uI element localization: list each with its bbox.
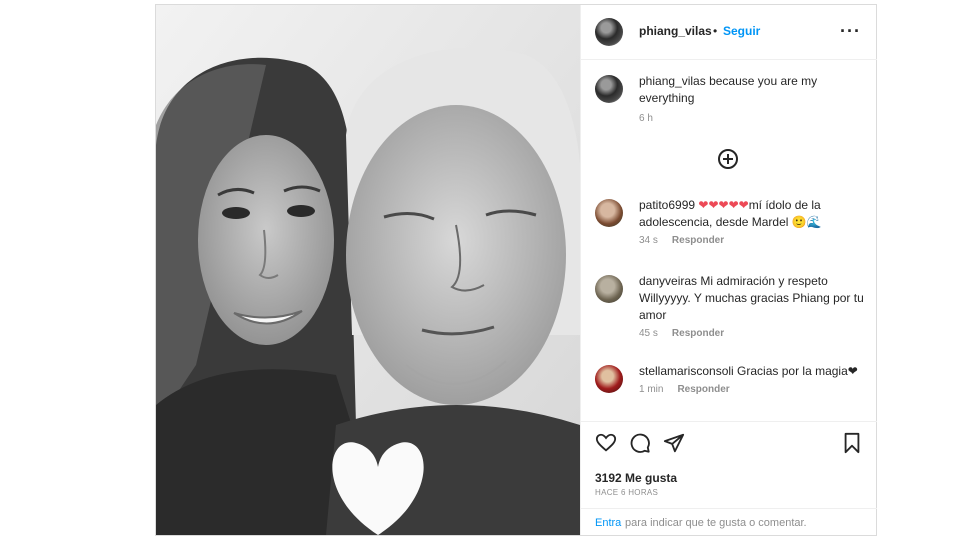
comment-meta: 1 min Responder [639, 384, 867, 395]
caption-text: phiang_vilas because you are my everythi… [639, 73, 859, 107]
comment-time: 34 s [639, 235, 658, 246]
comment-text: danyveiras Mi admiración y respeto Willy… [639, 273, 867, 324]
commenter-avatar[interactable] [595, 275, 623, 303]
comment-username[interactable]: danyveiras [639, 274, 697, 288]
post-header: phiang_vilas • Seguir ··· [581, 5, 877, 60]
login-link[interactable]: Entra [595, 517, 621, 529]
heart-icon[interactable] [595, 432, 617, 454]
post-sidebar: phiang_vilas • Seguir ··· phiang_vilas b… [580, 5, 877, 535]
add-comment-prompt: para indicar que te gusta o comentar. [625, 517, 807, 529]
reply-button[interactable]: Responder [672, 328, 724, 339]
plus-circle-icon[interactable] [718, 149, 738, 169]
caption-avatar[interactable] [595, 75, 623, 103]
likes-count[interactable]: 3192 Me gusta [595, 471, 677, 485]
reply-button[interactable]: Responder [672, 235, 724, 246]
comment-item: danyveiras Mi admiración y respeto Willy… [595, 273, 867, 339]
action-bar [581, 421, 877, 458]
caption: phiang_vilas because you are my everythi… [639, 73, 859, 124]
post-photo[interactable] [156, 5, 580, 535]
comment-text: stellamarisconsoli Gracias por la magia❤ [639, 363, 867, 380]
comment-text: patito6999 ❤❤❤❤❤mí ídolo de la adolescen… [639, 197, 867, 231]
author-avatar[interactable] [595, 18, 623, 46]
instagram-post: phiang_vilas • Seguir ··· phiang_vilas b… [155, 4, 877, 536]
caption-username[interactable]: phiang_vilas [639, 74, 706, 88]
comment-item: stellamarisconsoli Gracias por la magia❤… [595, 363, 867, 395]
comment-meta: 34 s Responder [639, 235, 867, 246]
commenter-avatar[interactable] [595, 199, 623, 227]
comment-username[interactable]: patito6999 [639, 198, 695, 212]
separator-dot: • [713, 24, 718, 38]
comment-icon[interactable] [629, 432, 651, 454]
photo-image [156, 5, 580, 535]
more-horizontal-icon[interactable]: ··· [840, 21, 861, 42]
bookmark-icon[interactable] [841, 432, 863, 454]
comment-time: 1 min [639, 384, 664, 395]
send-icon[interactable] [663, 432, 685, 454]
comment-hearts: ❤❤❤❤❤ [698, 198, 749, 212]
comment-item: patito6999 ❤❤❤❤❤mí ídolo de la adolescen… [595, 197, 867, 246]
comment-time: 45 s [639, 328, 658, 339]
posted-time: HACE 6 HORAS [595, 488, 659, 497]
caption-time: 6 h [639, 113, 653, 124]
comment-meta: 45 s Responder [639, 328, 867, 339]
comment-body: Gracias por la magia❤ [737, 364, 858, 378]
comment-username[interactable]: stellamarisconsoli [639, 364, 734, 378]
reply-button[interactable]: Responder [677, 384, 729, 395]
commenter-avatar[interactable] [595, 365, 623, 393]
add-comment-bar: Entra para indicar que te gusta o coment… [581, 508, 877, 536]
follow-button[interactable]: Seguir [723, 24, 760, 38]
author-username[interactable]: phiang_vilas [639, 24, 712, 38]
